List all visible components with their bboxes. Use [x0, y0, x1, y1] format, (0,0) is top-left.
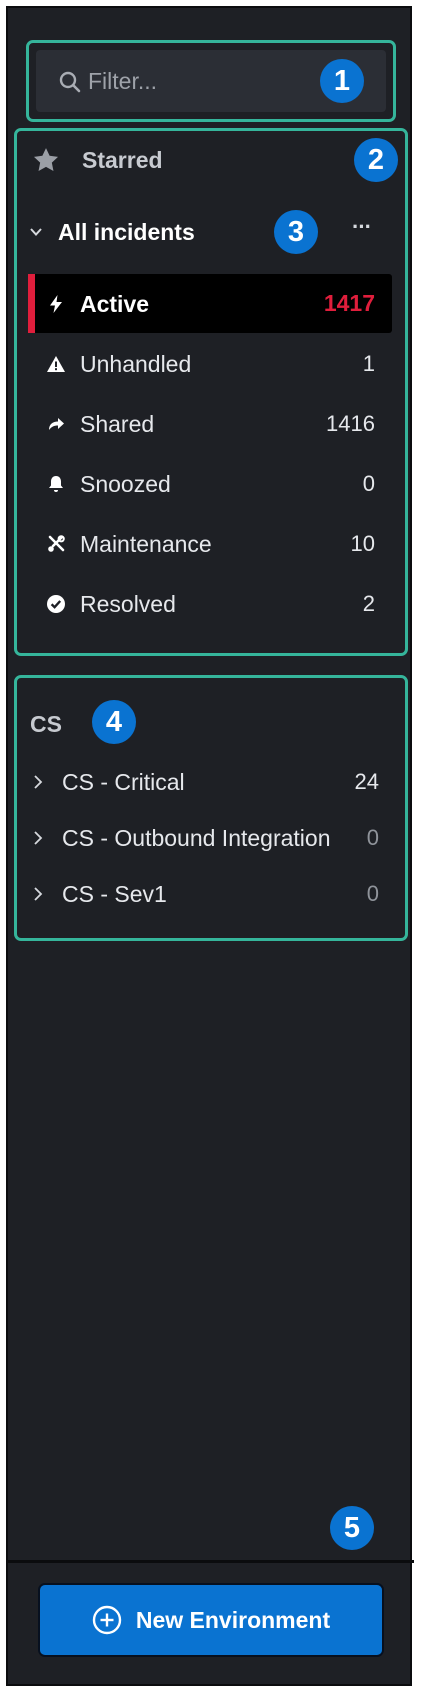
footer-divider	[8, 1560, 414, 1563]
more-options-button[interactable]: ···	[352, 214, 372, 240]
share-arrow-icon	[49, 418, 64, 430]
search-icon	[59, 71, 81, 93]
annotation-badge-4: 4	[92, 700, 136, 744]
group-item-count: 0	[366, 825, 379, 850]
nav-item-snoozed[interactable]: Snoozed	[46, 467, 171, 501]
nav-item-count: 1	[362, 351, 375, 376]
starred-label: Starred	[82, 146, 163, 173]
chevron-down-icon	[30, 228, 42, 236]
nav-item-label: Active	[80, 290, 150, 317]
chevron-right-icon	[34, 887, 43, 901]
nav-item-unhandled[interactable]: Unhandled	[46, 347, 191, 381]
star-icon	[33, 148, 59, 171]
bolt-icon	[50, 295, 62, 313]
nav-item-maintenance[interactable]: Maintenance	[46, 527, 212, 561]
chevron-right-icon	[34, 831, 43, 845]
nav-item-count: 0	[362, 471, 375, 496]
group-item-label: CS - Critical	[62, 768, 185, 795]
annotation-badge-5: 5	[330, 1506, 374, 1550]
nav-item-count: 1416	[326, 411, 375, 436]
all-incidents-header[interactable]: All incidents	[28, 215, 195, 249]
group-item-count: 24	[354, 769, 379, 794]
group-item-cs-critical[interactable]: CS - Critical	[32, 765, 185, 799]
group-item-label: CS - Outbound Integration	[62, 824, 331, 851]
group-item-cs-sev1[interactable]: CS - Sev1	[32, 877, 167, 911]
check-circle-icon	[47, 595, 65, 613]
nav-item-count: 2	[362, 591, 375, 616]
new-environment-button[interactable]: New Environment	[38, 1583, 384, 1657]
nav-item-active-content[interactable]: Active	[46, 287, 149, 321]
group-item-label: CS - Sev1	[62, 880, 167, 907]
search-input[interactable]	[88, 50, 348, 112]
warning-icon	[47, 356, 65, 372]
tools-icon	[48, 535, 65, 552]
callout-incidents	[14, 128, 408, 656]
nav-item-count: 1417	[323, 290, 375, 316]
plus-circle-icon	[92, 1605, 122, 1635]
nav-item-label: Resolved	[80, 590, 176, 617]
annotation-badge-2: 2	[354, 138, 398, 182]
group-item-count: 0	[366, 881, 379, 906]
bell-icon	[49, 476, 63, 492]
chevron-right-icon	[34, 775, 43, 789]
active-indicator	[28, 274, 35, 333]
nav-item-label: Shared	[80, 410, 155, 437]
new-environment-label: New Environment	[135, 1606, 331, 1633]
all-incidents-label: All incidents	[58, 218, 195, 245]
group-item-cs-outbound-integration[interactable]: CS - Outbound Integration	[32, 821, 331, 855]
nav-item-count: 10	[350, 531, 375, 556]
nav-item-shared[interactable]: Shared	[46, 407, 154, 441]
nav-item-label: Unhandled	[80, 350, 192, 377]
annotation-badge-1: 1	[320, 59, 364, 103]
nav-item-label: Maintenance	[80, 530, 212, 557]
starred-section[interactable]: Starred	[32, 143, 163, 177]
annotation-badge-3: 3	[274, 210, 318, 254]
nav-item-resolved[interactable]: Resolved	[46, 587, 176, 621]
group-title: CS	[30, 711, 62, 737]
nav-item-label: Snoozed	[80, 470, 171, 497]
